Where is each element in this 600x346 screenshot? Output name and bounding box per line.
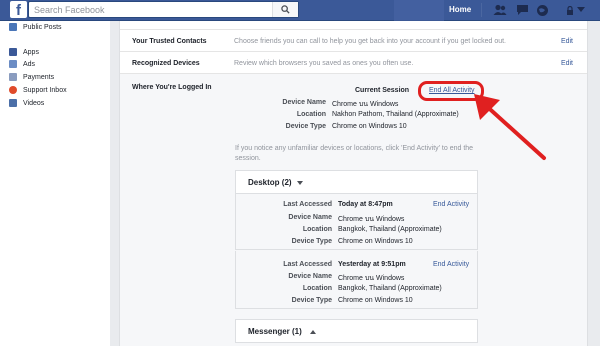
device-name-value: Chrome บน Windows: [338, 275, 405, 282]
location-value: Nakhon Pathom, Thailand (Approximate): [332, 111, 459, 118]
chevron-down-icon: [577, 7, 585, 12]
device-name-label: Device Name: [288, 273, 332, 280]
account-menu[interactable]: [566, 4, 596, 16]
device-type-value: Chrome on Windows 10: [338, 238, 413, 245]
search-button[interactable]: [272, 2, 298, 17]
rss-icon: [9, 23, 17, 31]
facebook-logo-icon[interactable]: f: [10, 1, 27, 19]
desktop-sessions-header[interactable]: Desktop (2): [235, 170, 478, 194]
device-type-label: Device Type: [291, 297, 332, 304]
current-session-label: Current Session: [355, 87, 410, 94]
location-label: Location: [296, 111, 326, 118]
sidebar-item-apps[interactable]: Apps: [9, 46, 39, 58]
section-title: Where You're Logged In: [132, 84, 212, 91]
search-input[interactable]: [29, 2, 269, 17]
settings-row-recognized-devices[interactable]: Recognized Devices Review which browsers…: [120, 52, 587, 74]
settings-row-cut-off: [120, 21, 587, 30]
sidebar-item-label: Public Posts: [23, 23, 62, 31]
annotation-arrow-icon: [474, 94, 546, 160]
device-type-value: Chrome on Windows 10: [332, 123, 407, 130]
home-link[interactable]: Home: [449, 3, 483, 17]
location-value: Bangkok, Thailand (Approximate): [338, 285, 442, 292]
row-description: Choose friends you can call to help you …: [234, 38, 506, 45]
messenger-sessions-header[interactable]: Messenger (1): [235, 319, 478, 343]
device-name-label: Device Name: [288, 214, 332, 221]
search-icon: [281, 5, 290, 14]
ads-icon: [9, 60, 17, 68]
device-name-value: Chrome บน Windows: [338, 216, 405, 223]
caret-up-icon: [310, 330, 316, 334]
sidebar-item-label: Payments: [23, 73, 55, 81]
sidebar-item-label: Ads: [23, 60, 36, 68]
friend-requests-icon[interactable]: [493, 3, 507, 17]
profile-name-blurred[interactable]: [394, 0, 444, 21]
sidebar-item-label: Support Inbox: [23, 86, 67, 94]
device-name-value: Chrome บน Windows: [332, 101, 399, 108]
last-accessed-label: Last Accessed: [283, 261, 332, 268]
videos-icon: [9, 99, 17, 107]
sidebar-item-ads[interactable]: Ads: [9, 58, 35, 70]
sidebar-item-payments[interactable]: Payments: [9, 71, 54, 83]
apps-icon: [9, 48, 17, 56]
search-box: [28, 1, 299, 18]
last-accessed-value: Yesterday at 9:51pm: [338, 261, 406, 268]
notifications-globe-icon[interactable]: [535, 3, 549, 17]
last-accessed-label: Last Accessed: [283, 201, 332, 208]
device-type-label: Device Type: [285, 123, 326, 130]
session-entry-1: Last Accessed Today at 8:47pm End Activi…: [235, 194, 478, 250]
sidebar-item-label: Videos: [23, 99, 45, 107]
edit-recognized-devices-link[interactable]: Edit: [561, 60, 573, 67]
location-value: Bangkok, Thailand (Approximate): [338, 226, 442, 233]
unfamiliar-devices-notice: If you notice any unfamiliar devices or …: [235, 145, 474, 162]
sidebar-item-support-inbox[interactable]: Support Inbox: [9, 84, 67, 96]
location-label: Location: [302, 226, 332, 233]
device-type-value: Chrome on Windows 10: [338, 297, 413, 304]
location-label: Location: [302, 285, 332, 292]
sidebar-item-public-posts[interactable]: Public Posts: [9, 21, 62, 33]
last-accessed-value: Today at 8:47pm: [338, 201, 393, 208]
sidebar-item-label: Apps: [23, 48, 39, 56]
support-icon: [9, 86, 17, 94]
device-name-label: Device Name: [282, 99, 326, 106]
row-title: Recognized Devices: [132, 60, 200, 67]
caret-down-icon: [297, 181, 303, 185]
session-entry-2: Last Accessed Yesterday at 9:51pm End Ac…: [235, 251, 478, 309]
row-description: Review which browsers you saved as ones …: [234, 60, 414, 67]
end-activity-link[interactable]: End Activity: [433, 201, 469, 208]
top-navigation-bar: f Home: [0, 0, 600, 21]
messages-icon[interactable]: [515, 3, 529, 17]
left-sidebar: Public Posts Apps Ads Payments Support I…: [0, 21, 110, 346]
sidebar-item-videos[interactable]: Videos: [9, 97, 44, 109]
row-title: Your Trusted Contacts: [132, 38, 207, 45]
payments-icon: [9, 73, 17, 81]
settings-row-trusted-contacts[interactable]: Your Trusted Contacts Choose friends you…: [120, 30, 587, 52]
device-type-label: Device Type: [291, 238, 332, 245]
privacy-lock-icon: [567, 5, 573, 15]
edit-trusted-contacts-link[interactable]: Edit: [561, 38, 573, 45]
security-settings-panel: Your Trusted Contacts Choose friends you…: [119, 21, 588, 346]
messenger-header-label: Messenger (1): [248, 327, 302, 336]
desktop-header-label: Desktop (2): [248, 178, 292, 187]
end-activity-link[interactable]: End Activity: [433, 261, 469, 268]
